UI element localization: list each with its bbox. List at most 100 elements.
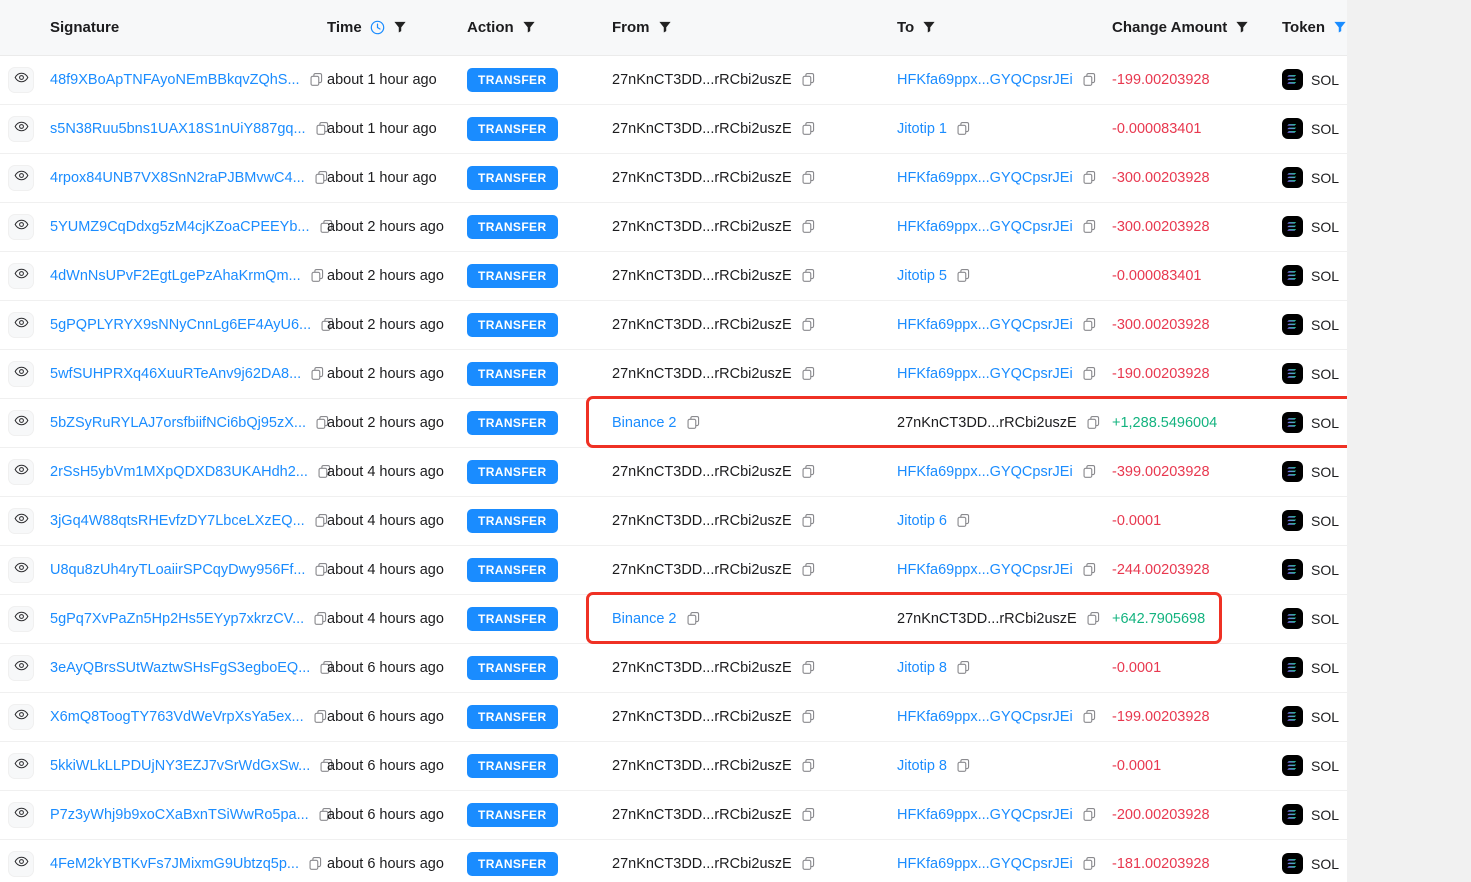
table-row[interactable]: 5kkiWLkLLPDUjNY3EZJ7vSrWdGxSw... about 6… xyxy=(0,741,1347,790)
view-details-button[interactable] xyxy=(8,850,34,877)
to-address[interactable]: HFKfa69ppx...GYQCpsrJEi xyxy=(897,366,1073,382)
action-badge[interactable]: TRANSFER xyxy=(467,67,558,92)
copy-icon[interactable] xyxy=(956,268,971,283)
signature-link[interactable]: 5gPq7XvPaZn5Hp2Hs5EYyp7xkrzCV... xyxy=(50,611,304,627)
copy-icon[interactable] xyxy=(1082,562,1097,577)
view-details-button[interactable] xyxy=(8,213,34,240)
view-details-button[interactable] xyxy=(8,507,34,534)
view-details-button[interactable] xyxy=(8,801,34,828)
view-details-button[interactable] xyxy=(8,115,34,142)
table-row[interactable]: 2rSsH5ybVm1MXpQDXD83UKAHdh2... about 4 h… xyxy=(0,447,1347,496)
table-row[interactable]: s5N38Ruu5bns1UAX18S1nUiY887gq... about 1… xyxy=(0,104,1347,153)
action-badge[interactable]: TRANSFER xyxy=(467,116,558,141)
copy-icon[interactable] xyxy=(801,709,816,724)
copy-icon[interactable] xyxy=(1082,366,1097,381)
view-details-button[interactable] xyxy=(8,66,34,93)
action-badge[interactable]: TRANSFER xyxy=(467,557,558,582)
signature-link[interactable]: P7z3yWhj9b9xoCXaBxnTSiWwRo5pa... xyxy=(50,807,309,823)
copy-icon[interactable] xyxy=(956,513,971,528)
table-row[interactable]: U8qu8zUh4ryTLoaiirSPCqyDwy956Ff... about… xyxy=(0,545,1347,594)
table-row[interactable]: 5wfSUHPRXq46XuuRTeAnv9j62DA8... about 2 … xyxy=(0,349,1347,398)
signature-link[interactable]: s5N38Ruu5bns1UAX18S1nUiY887gq... xyxy=(50,121,306,137)
action-badge[interactable]: TRANSFER xyxy=(467,165,558,190)
to-address[interactable]: Jitotip 1 xyxy=(897,121,947,137)
signature-link[interactable]: 3jGq4W88qtsRHEvfzDY7LbceLXzEQ... xyxy=(50,513,305,529)
copy-icon[interactable] xyxy=(801,170,816,185)
action-badge[interactable]: TRANSFER xyxy=(467,851,558,876)
copy-icon[interactable] xyxy=(1082,317,1097,332)
to-address[interactable]: HFKfa69ppx...GYQCpsrJEi xyxy=(897,170,1073,186)
copy-icon[interactable] xyxy=(801,513,816,528)
signature-link[interactable]: 5kkiWLkLLPDUjNY3EZJ7vSrWdGxSw... xyxy=(50,758,310,774)
signature-link[interactable]: 2rSsH5ybVm1MXpQDXD83UKAHdh2... xyxy=(50,464,308,480)
to-address[interactable]: HFKfa69ppx...GYQCpsrJEi xyxy=(897,219,1073,235)
action-badge[interactable]: TRANSFER xyxy=(467,459,558,484)
copy-icon[interactable] xyxy=(801,121,816,136)
copy-icon[interactable] xyxy=(801,758,816,773)
table-row[interactable]: 5bZSyRuRYLAJ7orsfbiifNCi6bQj95zX... abou… xyxy=(0,398,1347,447)
copy-icon[interactable] xyxy=(1082,170,1097,185)
action-badge[interactable]: TRANSFER xyxy=(467,802,558,827)
filter-icon[interactable] xyxy=(658,20,672,34)
table-row[interactable]: 4dWnNsUPvF2EgtLgePzAhaKrmQm... about 2 h… xyxy=(0,251,1347,300)
view-details-button[interactable] xyxy=(8,262,34,289)
view-details-button[interactable] xyxy=(8,556,34,583)
view-details-button[interactable] xyxy=(8,164,34,191)
signature-link[interactable]: 4FeM2kYBTKvFs7JMixmG9Ubtzq5p... xyxy=(50,856,299,872)
signature-link[interactable]: 4dWnNsUPvF2EgtLgePzAhaKrmQm... xyxy=(50,268,301,284)
view-details-button[interactable] xyxy=(8,311,34,338)
table-row[interactable]: 4rpox84UNB7VX8SnN2raPJBMvwC4... about 1 … xyxy=(0,153,1347,202)
action-badge[interactable]: TRANSFER xyxy=(467,606,558,631)
action-badge[interactable]: TRANSFER xyxy=(467,753,558,778)
action-badge[interactable]: TRANSFER xyxy=(467,214,558,239)
filter-icon[interactable] xyxy=(1235,20,1249,34)
view-details-button[interactable] xyxy=(8,409,34,436)
table-row[interactable]: 4FeM2kYBTKvFs7JMixmG9Ubtzq5p... about 6 … xyxy=(0,839,1347,882)
copy-icon[interactable] xyxy=(801,317,816,332)
filter-icon[interactable] xyxy=(922,20,936,34)
from-address[interactable]: Binance 2 xyxy=(612,415,677,431)
copy-icon[interactable] xyxy=(1082,807,1097,822)
copy-icon[interactable] xyxy=(956,758,971,773)
signature-link[interactable]: X6mQ8ToogTY763VdWeVrpXsYa5ex... xyxy=(50,709,304,725)
view-details-button[interactable] xyxy=(8,605,34,632)
from-address[interactable]: Binance 2 xyxy=(612,611,677,627)
signature-link[interactable]: 5bZSyRuRYLAJ7orsfbiifNCi6bQj95zX... xyxy=(50,415,306,431)
copy-icon[interactable] xyxy=(686,611,701,626)
action-badge[interactable]: TRANSFER xyxy=(467,508,558,533)
table-row[interactable]: X6mQ8ToogTY763VdWeVrpXsYa5ex... about 6 … xyxy=(0,692,1347,741)
action-badge[interactable]: TRANSFER xyxy=(467,312,558,337)
signature-link[interactable]: 3eAyQBrsSUtWaztwSHsFgS3egboEQ... xyxy=(50,660,310,676)
filter-icon-active[interactable] xyxy=(1333,20,1347,34)
filter-icon[interactable] xyxy=(393,20,407,34)
table-row[interactable]: 48f9XBoApTNFAyoNEmBBkqvZQhS... about 1 h… xyxy=(0,55,1347,104)
copy-icon[interactable] xyxy=(1082,709,1097,724)
signature-link[interactable]: 5wfSUHPRXq46XuuRTeAnv9j62DA8... xyxy=(50,366,301,382)
copy-icon[interactable] xyxy=(1086,611,1101,626)
copy-icon[interactable] xyxy=(1082,72,1097,87)
signature-link[interactable]: 4rpox84UNB7VX8SnN2raPJBMvwC4... xyxy=(50,170,305,186)
copy-icon[interactable] xyxy=(801,807,816,822)
table-row[interactable]: 5YUMZ9CqDdxg5zM4cjKZoaCPEEYb... about 2 … xyxy=(0,202,1347,251)
signature-link[interactable]: 48f9XBoApTNFAyoNEmBBkqvZQhS... xyxy=(50,72,300,88)
copy-icon[interactable] xyxy=(801,562,816,577)
action-badge[interactable]: TRANSFER xyxy=(467,361,558,386)
to-address[interactable]: HFKfa69ppx...GYQCpsrJEi xyxy=(897,72,1073,88)
table-row[interactable]: 5gPq7XvPaZn5Hp2Hs5EYyp7xkrzCV... about 4… xyxy=(0,594,1347,643)
copy-icon[interactable] xyxy=(801,72,816,87)
filter-icon[interactable] xyxy=(522,20,536,34)
to-address[interactable]: Jitotip 8 xyxy=(897,758,947,774)
copy-icon[interactable] xyxy=(801,366,816,381)
action-badge[interactable]: TRANSFER xyxy=(467,655,558,680)
table-row[interactable]: P7z3yWhj9b9xoCXaBxnTSiWwRo5pa... about 6… xyxy=(0,790,1347,839)
to-address[interactable]: HFKfa69ppx...GYQCpsrJEi xyxy=(897,709,1073,725)
to-address[interactable]: Jitotip 6 xyxy=(897,513,947,529)
copy-icon[interactable] xyxy=(1082,856,1097,871)
action-badge[interactable]: TRANSFER xyxy=(467,263,558,288)
action-badge[interactable]: TRANSFER xyxy=(467,410,558,435)
copy-icon[interactable] xyxy=(801,856,816,871)
view-details-button[interactable] xyxy=(8,360,34,387)
action-badge[interactable]: TRANSFER xyxy=(467,704,558,729)
copy-icon[interactable] xyxy=(801,268,816,283)
copy-icon[interactable] xyxy=(956,121,971,136)
